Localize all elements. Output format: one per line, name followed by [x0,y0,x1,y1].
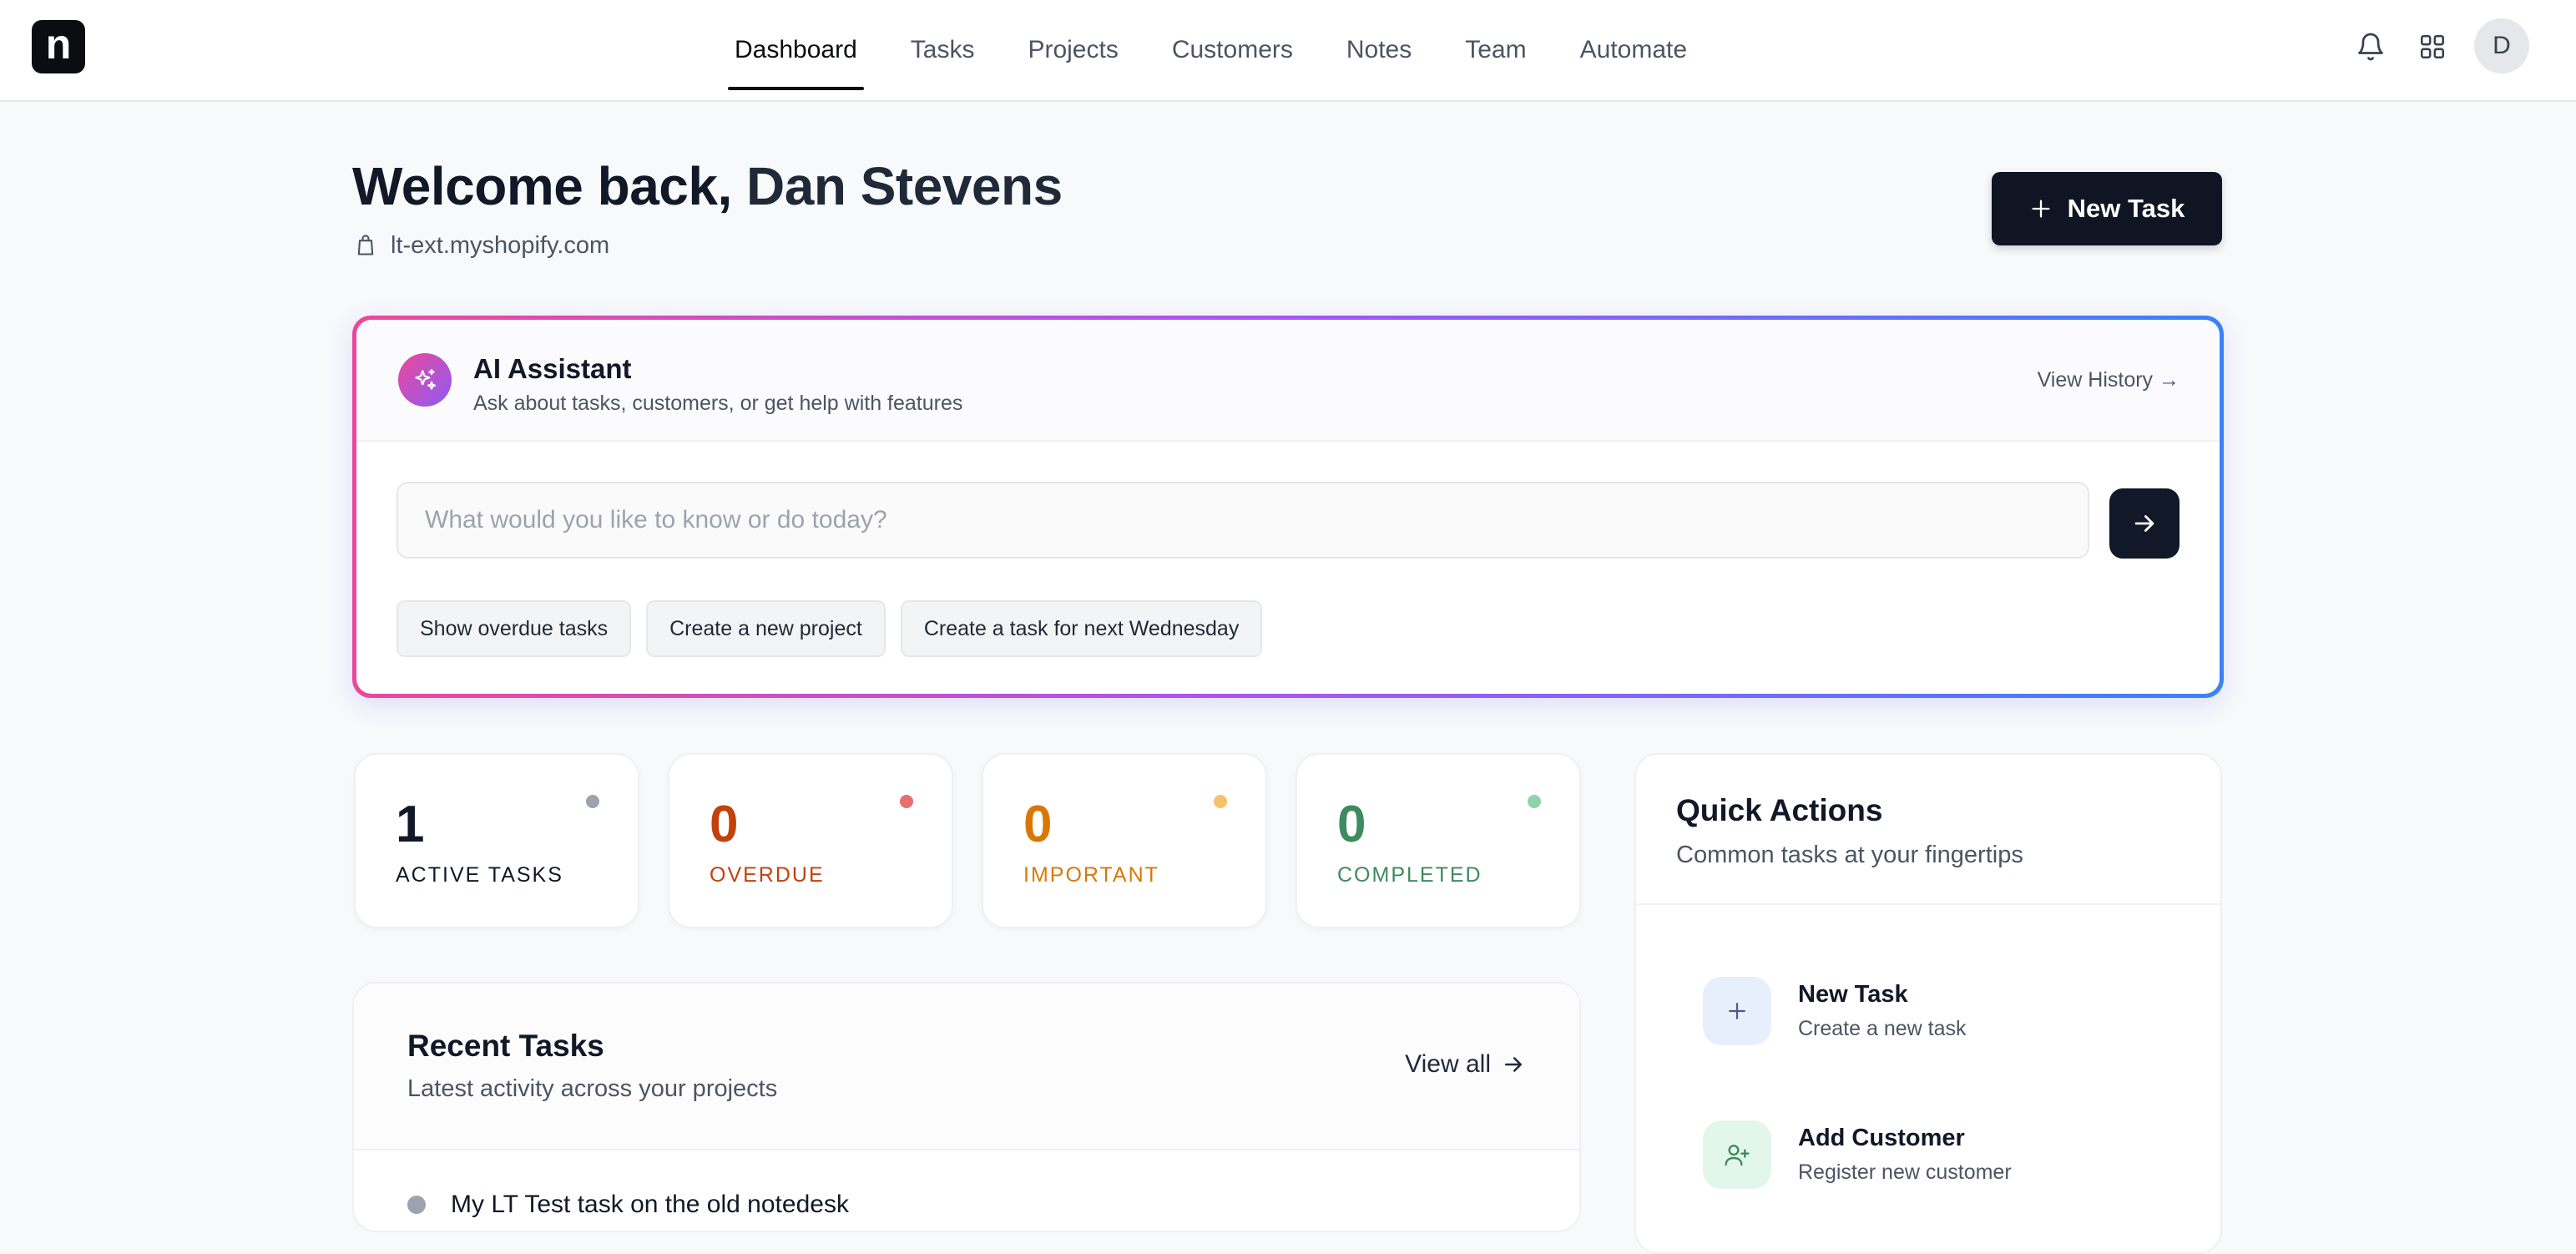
quick-action-title: Add Customer [1798,1125,1965,1151]
view-all-link[interactable]: View all [1405,1050,1526,1079]
status-dot [1528,795,1541,808]
nav-item-notes[interactable]: Notes [1340,0,1418,100]
suggestion-chips: Show overdue tasks Create a new project … [397,600,1263,657]
stat-label: OVERDUE [710,863,825,887]
status-dot [1214,795,1227,808]
nav-item-automate[interactable]: Automate [1573,0,1694,100]
stat-value: 0 [1023,796,1053,853]
ai-assistant-header: AI Assistant Ask about tasks, customers,… [356,320,2220,442]
top-navigation-bar: n Dashboard Tasks Projects Customers Not… [0,0,2576,102]
quick-action-text: New Task Create a new task [1798,981,1967,1041]
stat-card-important[interactable]: 0 IMPORTANT [982,753,1267,928]
quick-actions-subtitle: Common tasks at your fingertips [1676,842,2023,868]
ai-assistant-card: AI Assistant Ask about tasks, customers,… [352,316,2224,698]
recent-tasks-subtitle: Latest activity across your projects [407,1075,778,1102]
app-logo[interactable]: n [32,20,85,73]
quick-actions-card: Quick Actions Common tasks at your finge… [1634,753,2222,1254]
suggestion-chip-new-project[interactable]: Create a new project [646,600,886,657]
shopping-bag-icon [354,233,377,258]
suggestion-chip-overdue[interactable]: Show overdue tasks [397,600,632,657]
welcome-prefix: Welcome back, [352,156,732,216]
apps-grid-icon[interactable] [2411,25,2454,68]
stat-value: 0 [1337,796,1366,853]
bell-icon[interactable] [2349,25,2392,68]
logo-letter: n [45,21,72,68]
stat-label: IMPORTANT [1023,863,1159,887]
new-task-button[interactable]: New Task [1992,172,2222,245]
recent-tasks-header: Recent Tasks Latest activity across your… [354,983,1579,1150]
new-task-label: New Task [2067,194,2185,223]
stat-card-overdue[interactable]: 0 OVERDUE [668,753,953,928]
quick-action-description: Create a new task [1798,1017,1967,1040]
user-name: Dan Stevens [746,156,1063,216]
stat-label: ACTIVE TASKS [396,863,563,887]
arrow-right-icon [2134,515,2154,532]
stat-card-active-tasks[interactable]: 1 ACTIVE TASKS [354,753,639,928]
nav-item-tasks[interactable]: Tasks [904,0,982,100]
stat-value: 0 [710,796,739,853]
quick-action-description: Register new customer [1798,1160,2012,1184]
suggestion-chip-task-wednesday[interactable]: Create a task for next Wednesday [900,600,1263,657]
ai-assistant-subtitle: Ask about tasks, customers, or get help … [473,392,963,415]
quick-action-title: New Task [1798,981,1908,1008]
ai-assistant-title: AI Assistant [473,353,632,384]
user-plus-icon [1703,1120,1771,1189]
view-all-label: View all [1405,1050,1491,1078]
quick-action-new-task[interactable]: New Task Create a new task [1703,973,2170,1049]
ai-prompt-input[interactable] [397,482,2089,559]
shop-domain-line: lt-ext.myshopify.com [354,229,609,262]
task-status-dot [407,1196,426,1214]
status-dot [900,795,913,808]
plus-icon [1703,977,1771,1045]
quick-actions-title: Quick Actions [1676,793,1883,827]
task-row[interactable]: My LT Test task on the old notedesk [407,1186,1534,1224]
nav-item-team[interactable]: Team [1458,0,1533,100]
quick-action-add-customer[interactable]: Add Customer Register new customer [1703,1117,2170,1192]
sparkles-icon [398,353,452,407]
recent-tasks-title: Recent Tasks [407,1029,604,1063]
shop-domain: lt-ext.myshopify.com [391,231,610,259]
view-history-link[interactable]: View History → [2038,368,2179,392]
ai-assistant-inner: AI Assistant Ask about tasks, customers,… [356,320,2220,694]
nav-item-customers[interactable]: Customers [1165,0,1300,100]
quick-actions-header: Quick Actions Common tasks at your finge… [1636,755,2220,905]
user-avatar[interactable]: D [2474,18,2529,73]
send-prompt-button[interactable] [2109,488,2179,559]
page-title: Welcome back, Dan Stevens [352,155,1063,217]
recent-tasks-card: Recent Tasks Latest activity across your… [352,982,1581,1232]
quick-action-text: Add Customer Register new customer [1798,1125,2012,1185]
stat-value: 1 [396,796,425,853]
arrow-right-icon [1505,1057,1522,1072]
status-dot [586,795,599,808]
main-nav: Dashboard Tasks Projects Customers Notes… [728,0,1734,100]
stat-card-completed[interactable]: 0 COMPLETED [1296,753,1581,928]
stat-label: COMPLETED [1337,863,1482,887]
plus-icon [2029,197,2053,220]
nav-item-dashboard[interactable]: Dashboard [728,0,864,100]
task-title: My LT Test task on the old notedesk [451,1191,849,1218]
nav-item-projects[interactable]: Projects [1021,0,1124,100]
